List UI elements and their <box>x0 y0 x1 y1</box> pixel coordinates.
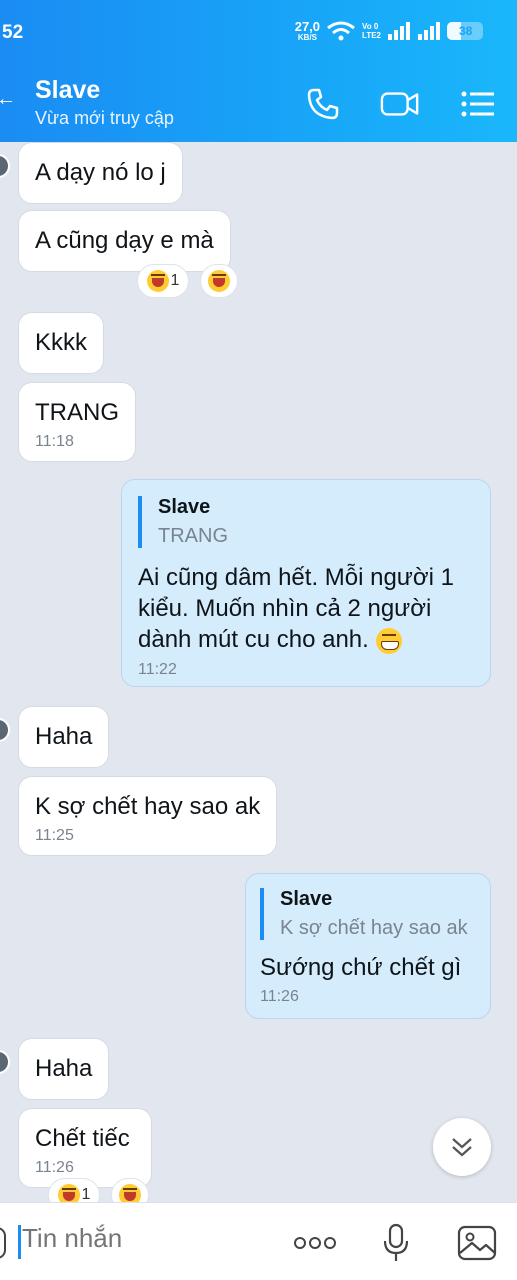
video-camera-icon <box>380 92 419 116</box>
status-icons: 27,0 KB/S Vo 0 LTE2 38 <box>295 20 483 42</box>
avatar[interactable] <box>0 718 10 742</box>
laughing-emoji-icon <box>57 1184 80 1202</box>
message-incoming[interactable]: Haha <box>18 1038 110 1100</box>
double-chevron-down-icon <box>452 1138 472 1157</box>
message-outgoing[interactable]: Slave TRANG Ai cũng dâm hết. Mỗi người 1… <box>121 479 491 687</box>
message-incoming[interactable]: A cũng dạy e mà <box>18 210 231 272</box>
chat-header: 52 27,0 KB/S Vo 0 LTE2 38 ← Slave Vừa mớ… <box>0 0 517 142</box>
text-cursor <box>18 1225 21 1259</box>
message-incoming[interactable]: TRANG 11:18 <box>18 382 136 462</box>
message-time: 11:26 <box>35 1159 74 1176</box>
message-incoming[interactable]: Haha <box>18 706 110 768</box>
message-list[interactable]: A dạy nó lo j A cũng dạy e mà 1 Kkkk TRA… <box>0 142 517 1202</box>
voice-message-button[interactable] <box>380 1223 412 1263</box>
signal-icon <box>418 22 440 40</box>
menu-button[interactable] <box>458 84 498 124</box>
add-reaction-button[interactable] <box>200 264 238 298</box>
composer-bar <box>0 1202 517 1280</box>
battery-icon: 38 <box>447 22 483 40</box>
phone-icon <box>307 88 339 120</box>
quoted-message[interactable]: Slave TRANG <box>138 496 474 548</box>
laughing-emoji-icon <box>208 270 230 292</box>
more-options-button[interactable] <box>292 1223 338 1263</box>
laughing-emoji-icon <box>146 270 169 292</box>
signal-icon <box>388 22 410 40</box>
contact-status: Vừa mới truy cập <box>35 108 174 128</box>
message-time: 11:26 <box>260 988 299 1005</box>
message-incoming[interactable]: Kkkk <box>18 312 105 374</box>
reaction-summary[interactable]: 1 <box>137 264 189 298</box>
message-incoming[interactable]: A dạy nó lo j <box>18 142 183 204</box>
laughing-emoji-icon <box>119 1184 141 1202</box>
video-call-button[interactable] <box>380 84 420 124</box>
scroll-to-bottom-button[interactable] <box>433 1118 491 1176</box>
avatar[interactable] <box>0 154 10 178</box>
reaction-summary[interactable]: 1 <box>48 1178 100 1202</box>
message-incoming[interactable]: Chết tiếc 11:26 <box>18 1108 152 1188</box>
wifi-icon <box>327 21 355 41</box>
avatar[interactable] <box>0 1050 10 1074</box>
call-button[interactable] <box>303 84 343 124</box>
more-dots-icon <box>294 1237 336 1249</box>
status-time: 52 <box>2 22 24 43</box>
message-time: 11:25 <box>35 827 74 844</box>
microphone-icon <box>383 1223 409 1261</box>
image-icon <box>457 1225 497 1261</box>
contact-name[interactable]: Slave <box>35 76 100 105</box>
quoted-message[interactable]: Slave K sợ chết hay sao ak <box>260 888 476 940</box>
message-time: 11:22 <box>138 661 177 678</box>
grinning-emoji-icon <box>375 627 402 654</box>
lte-indicator: Vo 0 LTE2 <box>362 22 381 40</box>
add-reaction-button[interactable] <box>111 1178 149 1202</box>
network-speed: 27,0 KB/S <box>294 19 321 42</box>
gallery-button[interactable] <box>455 1223 499 1263</box>
list-menu-icon <box>461 91 494 117</box>
message-incoming[interactable]: K sợ chết hay sao ak 11:25 <box>18 776 278 856</box>
back-arrow-icon[interactable]: ← <box>0 88 16 111</box>
message-time: 11:18 <box>35 433 74 450</box>
message-input[interactable] <box>22 1223 272 1254</box>
message-outgoing[interactable]: Slave K sợ chết hay sao ak Sướng chứ chế… <box>245 873 491 1019</box>
sticker-icon[interactable] <box>0 1227 6 1259</box>
